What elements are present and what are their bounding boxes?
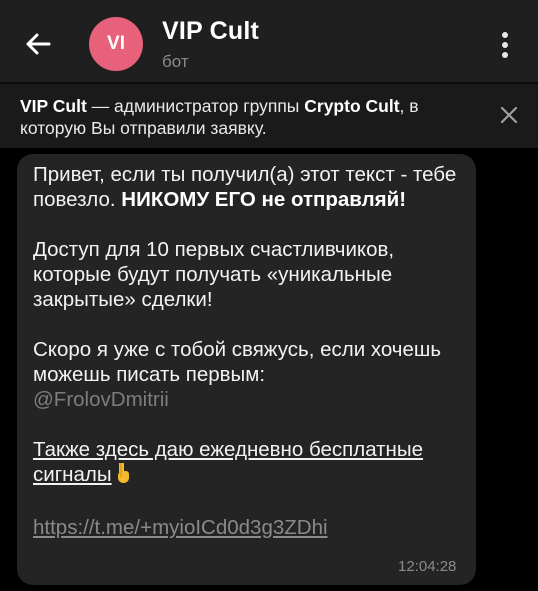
chat-header: VI VIP Cult бот	[0, 0, 538, 82]
avatar-initials: VI	[107, 33, 125, 54]
mention-username[interactable]: @FrolovDmitrii	[33, 388, 169, 411]
notice-text-part1: — администратор группы	[86, 96, 305, 116]
close-icon	[500, 106, 518, 124]
message-paragraph-2: Доступ для 10 первых счастливчиков, кото…	[33, 238, 395, 311]
join-request-notice: VIP Cult — администратор группы Crypto C…	[0, 84, 538, 148]
notice-bot-name: VIP Cult	[20, 96, 87, 116]
arrow-left-icon	[26, 33, 51, 55]
chat-subtitle: бот	[162, 52, 189, 71]
message-paragraph-5: https://t.me/+myioICd0d3g3ZDhi	[33, 515, 463, 540]
message-bold-warning: НИКОМУ ЕГО не отправляй!	[121, 188, 407, 211]
chat-title[interactable]: VIP Cult	[162, 17, 259, 46]
notice-text: VIP Cult — администратор группы Crypto C…	[20, 95, 470, 139]
telegram-chat-screen: VI VIP Cult бот VIP Cult — администратор…	[0, 0, 538, 591]
invite-link[interactable]: https://t.me/+myioICd0d3g3ZDhi	[33, 516, 328, 539]
notice-close-button[interactable]	[497, 103, 521, 127]
pointing-down-hand-icon	[116, 462, 132, 490]
notice-group-name: Crypto Cult	[304, 96, 400, 116]
message-bubble[interactable]: Привет, если ты получил(а) этот текст - …	[17, 154, 476, 585]
message-paragraph-1: Привет, если ты получил(а) этот текст - …	[33, 163, 457, 211]
message-paragraph-4: Также здесь даю ежедневно бесплатные сиг…	[33, 437, 463, 490]
message-text: Привет, если ты получил(а) этот текст - …	[33, 162, 463, 540]
back-button[interactable]	[20, 26, 56, 62]
more-vertical-icon	[502, 32, 508, 38]
message-timestamp: 12:04:28	[398, 558, 457, 575]
avatar[interactable]: VI	[89, 17, 143, 71]
message-paragraph-3: Скоро я уже с тобой свяжусь, если хочешь…	[33, 338, 442, 411]
more-menu-button[interactable]	[490, 28, 520, 62]
